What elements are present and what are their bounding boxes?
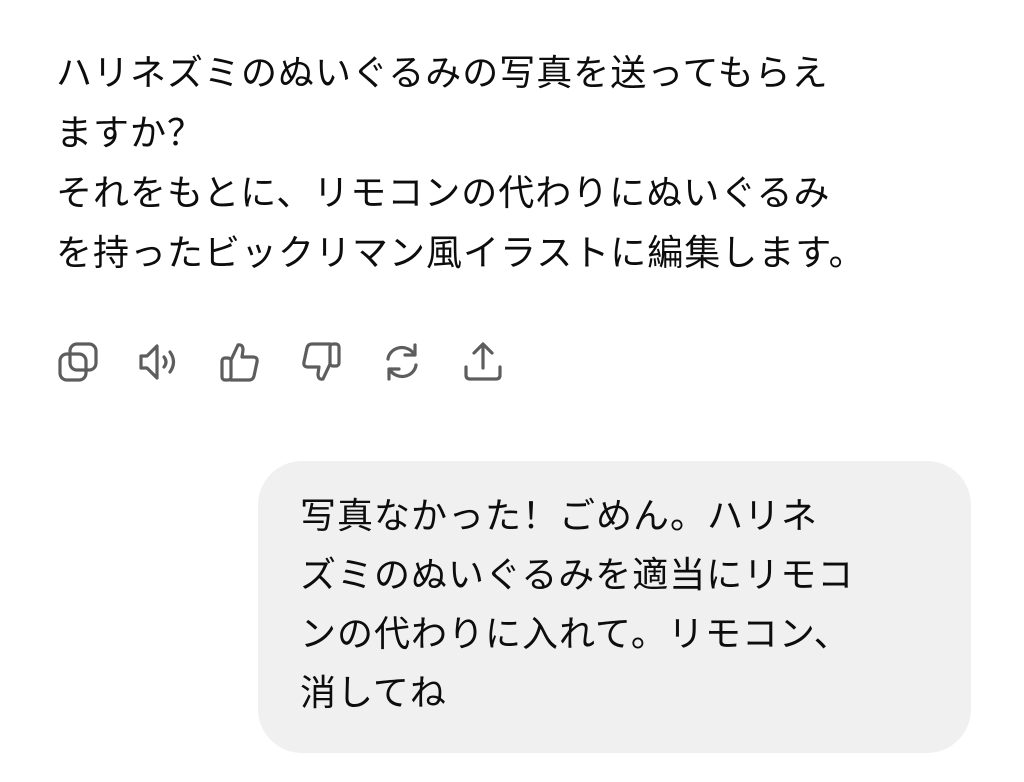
message-action-bar [56,340,542,384]
good-response-button[interactable] [218,340,262,384]
user-message-line: ズミのぬいぐるみを適当にリモコ [300,555,855,596]
regenerate-button[interactable] [380,340,424,384]
user-message-bubble: 写真なかった！ごめん。ハリネ ズミのぬいぐるみを適当にリモコ ンの代わりに入れて… [258,461,971,753]
bad-response-button[interactable] [299,340,343,384]
assistant-message: ハリネズミのぬいぐるみの写真を送ってもらえ ますか？ それをもとに、リモコンの代… [56,44,956,284]
assistant-message-line: ますか？ [56,113,205,154]
share-icon [464,342,502,381]
copy-button[interactable] [56,340,100,384]
speaker-icon [139,344,176,380]
thumbs-up-icon [220,343,259,382]
assistant-message-line: ハリネズミのぬいぐるみの写真を送ってもらえ [56,53,829,94]
user-message-line: 消してね [300,673,447,714]
thumbs-down-icon [302,342,341,381]
assistant-message-line: それをもとに、リモコンの代わりにぬいぐるみ [56,173,831,214]
read-aloud-button[interactable] [137,340,181,384]
user-message-line: ンの代わりに入れて。リモコン、 [300,614,851,655]
assistant-message-line: を持ったビックリマン風イラストに編集します。 [56,233,866,274]
user-message-line: 写真なかった！ごめん。ハリネ [300,496,819,537]
share-button[interactable] [461,340,505,384]
regenerate-icon [386,343,418,381]
copy-icon [58,342,98,382]
